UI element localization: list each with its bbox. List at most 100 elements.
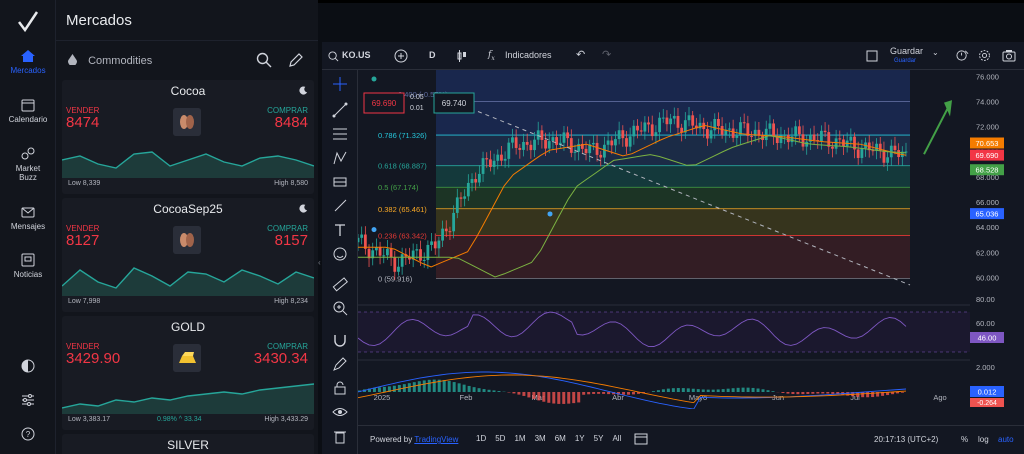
magnet-icon[interactable] <box>332 332 348 348</box>
candles-icon[interactable] <box>456 49 468 63</box>
rail-item-calendario[interactable]: Calendario <box>0 97 56 124</box>
pencil-lock-icon[interactable] <box>332 356 348 372</box>
auto-toggle[interactable]: auto <box>998 435 1014 444</box>
macd-histogram-bar <box>432 379 436 392</box>
collapse-panel-handle[interactable]: ‹ <box>318 258 324 276</box>
macd-histogram-bar <box>761 389 765 392</box>
candle-body <box>511 137 514 143</box>
market-name: Cocoa <box>170 84 206 98</box>
rsi-axis-label: 60.00 <box>976 319 995 328</box>
x-axis-label: Ago <box>933 393 946 402</box>
sell-price-button[interactable]: 8474 <box>66 114 99 131</box>
market-card-cocoa[interactable]: Cocoa VENDER COMPRAR 8474 8484 Low 8,339… <box>62 80 314 194</box>
clock-label[interactable]: 20:17:13 (UTC+2) <box>874 435 938 444</box>
pattern-icon[interactable] <box>332 150 348 166</box>
candle-body <box>838 138 842 140</box>
fx-icon[interactable]: fx <box>488 50 495 62</box>
price-axis[interactable]: 76.00074.00072.00070.00068.00066.00064.0… <box>970 70 1024 409</box>
rail-item-mercados[interactable]: Mercados <box>0 48 56 75</box>
buy-price-button[interactable]: 3430.34 <box>254 350 308 367</box>
crosshair-icon[interactable] <box>332 76 348 92</box>
edit-pencil-icon[interactable] <box>288 52 304 68</box>
candle-body <box>610 140 614 146</box>
trendline-icon[interactable] <box>332 102 348 118</box>
tradingview-link[interactable]: TradingView <box>414 435 458 444</box>
help-icon[interactable]: ? <box>20 426 36 442</box>
lock-icon[interactable] <box>332 380 348 396</box>
range-button-all[interactable]: All <box>612 434 621 443</box>
cocoa-bean-icon <box>173 226 201 254</box>
trash-icon[interactable] <box>332 428 348 444</box>
ruler-icon[interactable] <box>332 276 348 292</box>
macd-histogram-bar <box>791 392 795 395</box>
candle-body <box>639 130 643 132</box>
category-selector[interactable]: Commodities <box>68 54 152 67</box>
zoom-in-icon[interactable] <box>332 300 348 316</box>
candle-body <box>555 137 559 145</box>
date-range-icon[interactable] <box>634 432 648 446</box>
range-button-1y[interactable]: 1Y <box>575 434 585 443</box>
candle-body <box>717 118 720 126</box>
fib-levels-icon[interactable] <box>332 126 348 142</box>
rail-item-noticias[interactable]: Noticias <box>0 252 56 279</box>
macd-histogram-bar <box>681 388 685 392</box>
sell-price-button[interactable]: 8127 <box>66 232 99 249</box>
macd-histogram-bar <box>512 392 516 394</box>
macd-histogram-bar <box>457 383 461 392</box>
undo-icon[interactable]: ↶ <box>576 48 585 61</box>
rail-label: Mercados <box>10 66 46 75</box>
alert-clock-icon[interactable] <box>956 49 969 62</box>
camera-icon[interactable] <box>1002 49 1016 62</box>
market-card-gold[interactable]: GOLD VENDER COMPRAR 3429.90 3430.34 Low … <box>62 316 314 430</box>
brand-check-icon[interactable] <box>16 10 40 34</box>
sliders-icon[interactable] <box>20 392 36 408</box>
buy-price-button[interactable]: 8484 <box>275 114 308 131</box>
log-toggle[interactable]: log <box>978 435 989 444</box>
market-card-silver[interactable]: SILVER <box>62 434 314 454</box>
range-button-1d[interactable]: 1D <box>476 434 486 443</box>
symbol-button[interactable]: KO.US <box>342 50 371 60</box>
fib-band <box>436 208 910 236</box>
candle-body <box>584 148 588 154</box>
candle-body <box>551 137 555 142</box>
search-icon[interactable] <box>256 52 272 68</box>
emoji-icon[interactable] <box>332 246 348 262</box>
rail-label: Mensajes <box>10 222 46 231</box>
candle-body <box>658 117 661 133</box>
range-button-3m[interactable]: 3M <box>535 434 546 443</box>
gear-icon[interactable] <box>978 49 991 62</box>
brush-icon[interactable] <box>332 198 348 214</box>
y-axis-label: 74.000 <box>976 97 999 106</box>
indicators-button[interactable]: Indicadores <box>505 50 552 60</box>
range-button-6m[interactable]: 6M <box>555 434 566 443</box>
macd-histogram-bar <box>597 392 601 394</box>
projection-icon[interactable] <box>332 174 348 190</box>
interval-button[interactable]: D <box>429 50 436 60</box>
candle-body <box>805 141 809 147</box>
theme-contrast-icon[interactable] <box>20 358 36 374</box>
symbol-search-icon[interactable] <box>328 51 339 62</box>
redo-icon[interactable]: ↷ <box>602 48 611 61</box>
percent-toggle[interactable]: % <box>961 435 968 444</box>
rail-item-mensajes[interactable]: Mensajes <box>0 204 56 231</box>
sell-price-button[interactable]: 3429.90 <box>66 350 120 367</box>
text-tool-icon[interactable] <box>332 222 348 238</box>
macd-histogram-bar <box>602 392 606 394</box>
range-button-5d[interactable]: 5D <box>495 434 505 443</box>
rail-item-market-buzz[interactable]: Market Buzz <box>0 146 56 182</box>
eye-icon[interactable] <box>332 404 348 420</box>
compare-add-icon[interactable] <box>394 49 408 63</box>
high-value: High 3,433.29 <box>264 416 308 423</box>
range-button-1m[interactable]: 1M <box>514 434 525 443</box>
candle-body <box>672 115 676 119</box>
save-button[interactable]: Guardar <box>890 46 923 56</box>
buzz-icon <box>21 147 35 160</box>
buy-price-button[interactable]: 8157 <box>275 232 308 249</box>
chevron-down-icon[interactable]: ⌄ <box>932 48 939 57</box>
market-card-cocoasep25[interactable]: CocoaSep25 VENDER COMPRAR 8127 8157 Low … <box>62 198 314 312</box>
candle-body <box>382 255 386 257</box>
candle-body <box>728 128 731 130</box>
range-button-5y[interactable]: 5Y <box>594 434 604 443</box>
price-chart[interactable]: 0.400 (-0.57%)0.786 (71.326)0.618 (68.88… <box>358 70 970 409</box>
layout-square-icon[interactable] <box>866 50 878 62</box>
